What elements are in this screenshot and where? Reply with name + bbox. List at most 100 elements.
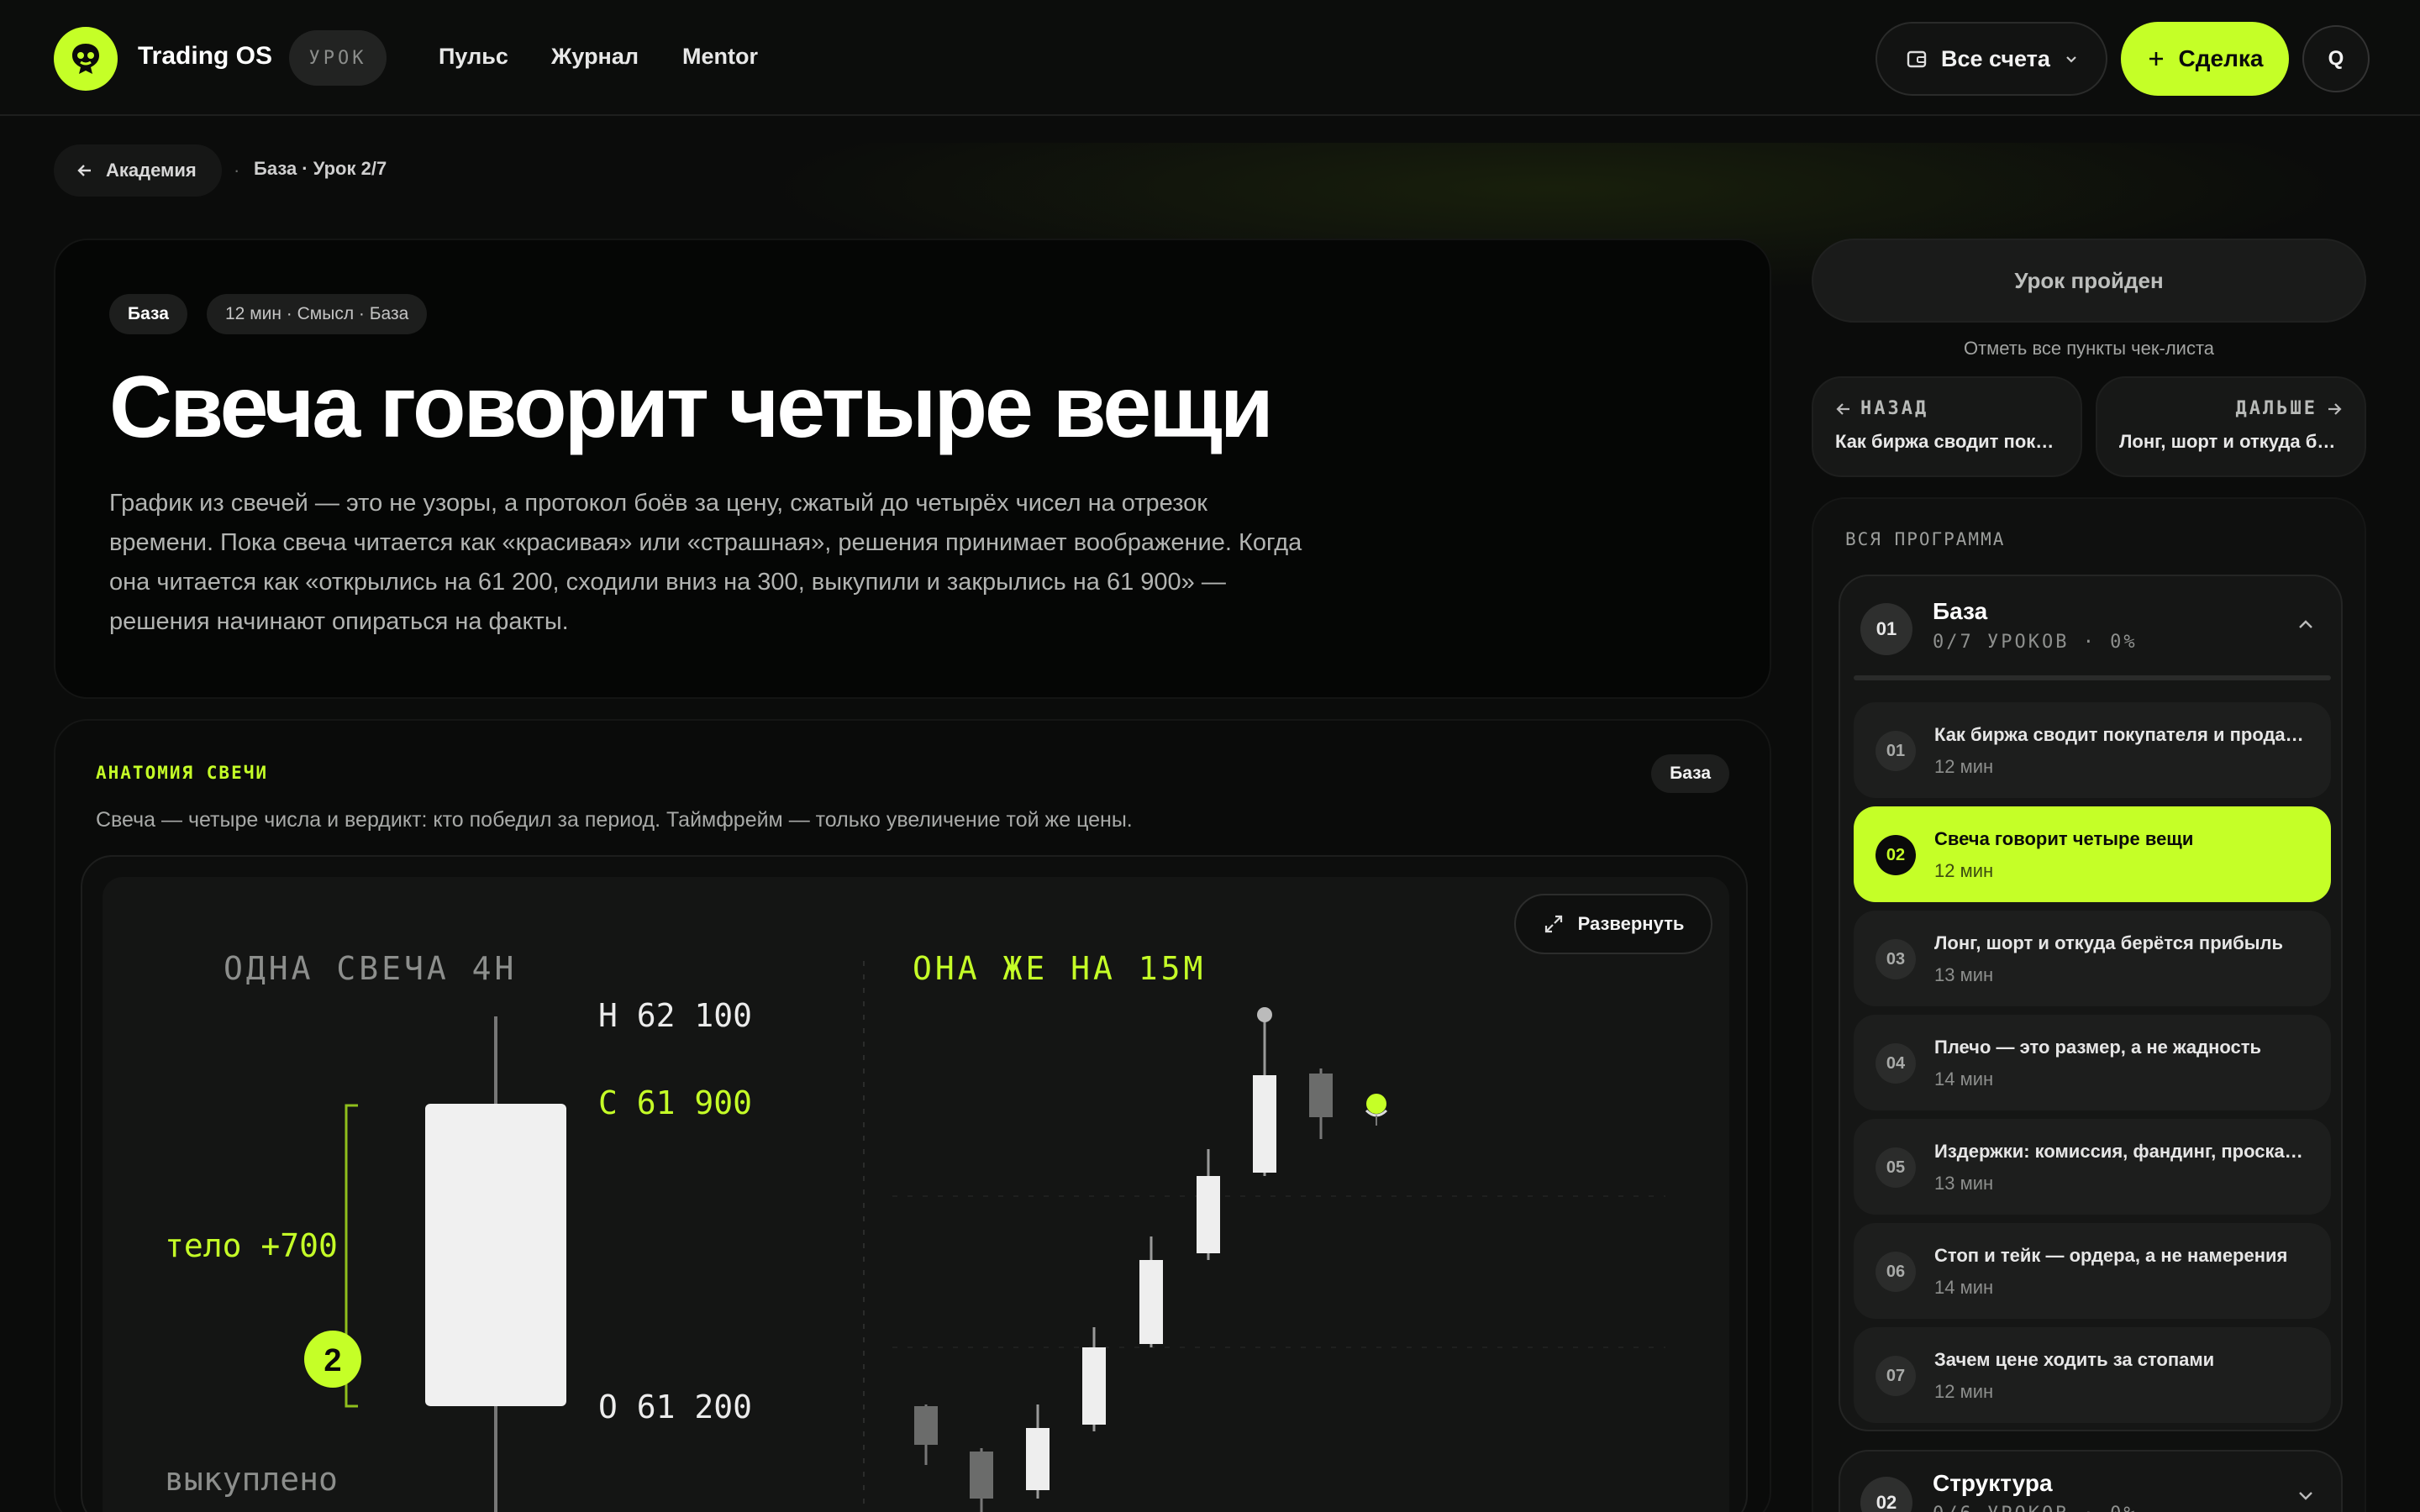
lesson-number: 03	[1876, 939, 1916, 979]
small-candle	[970, 1448, 993, 1512]
accounts-label: Все счета	[1941, 45, 2050, 71]
lesson-meta: 12 мин · Смысл · База	[207, 294, 428, 334]
candle-diagram: ОДНА СВЕЧА 4Н ОНА ЖЕ НА 15М H 62 100 C 6…	[165, 950, 1665, 1512]
bought-label: выкуплено	[165, 1461, 338, 1498]
plus-icon	[2149, 52, 2163, 66]
lesson-item-title: Плечо — это размер, а не жадность	[1934, 1037, 2262, 1058]
top-bar: Trading OS УРОК Пульс Журнал Mentor Все …	[0, 0, 2420, 116]
expand-icon	[1544, 915, 1562, 933]
module-header[interactable]: 01 База 0/7 УРОКОВ · 0%	[1840, 576, 2341, 677]
small-candle	[1082, 1327, 1106, 1431]
brand-name: Trading OS	[138, 42, 273, 70]
lesson-item[interactable]: 01 Как биржа сводит покупателя и продавц…	[1854, 702, 2331, 798]
lesson-intro: График из свечей — это не узоры, а прото…	[109, 490, 1302, 635]
back-label: Академия	[106, 160, 197, 181]
complete-hint: Отметь все пункты чек-листа	[1963, 338, 2215, 359]
right-title: ОНА ЖЕ НА 15М	[913, 950, 1206, 987]
lesson-item-duration: 14 мин	[1934, 1068, 1994, 1089]
lesson-item-duration: 14 мин	[1934, 1277, 1994, 1298]
visualization-frame: Развернуть ОДНА СВЕЧА 4Н ОНА ЖЕ НА 15М H…	[81, 855, 1748, 1512]
arrow-right-icon	[2328, 402, 2342, 415]
brand-logo-icon[interactable]	[54, 27, 118, 91]
new-trade-button[interactable]: Сделка	[2121, 22, 2289, 96]
chevron-down-icon	[2299, 1492, 2312, 1500]
wallet-icon	[1907, 50, 1927, 68]
module-number: 02	[1860, 1477, 1912, 1512]
lesson-item-title: Как биржа сводит покупателя и продавца	[1934, 724, 2312, 745]
step-marker-label: 2	[324, 1343, 341, 1378]
arrow-left-icon	[1836, 402, 1849, 415]
lesson-item[interactable]: 04 Плечо — это размер, а не жадность 14 …	[1854, 1015, 2331, 1110]
lesson-number: 02	[1876, 835, 1916, 875]
nav-item-mentor[interactable]: Mentor	[682, 44, 758, 70]
small-candle	[1253, 1007, 1276, 1176]
prev-label: НАЗАД	[1860, 398, 1929, 419]
module-progress-bar	[1854, 675, 2331, 680]
small-candle	[914, 1404, 938, 1465]
lesson-number: 04	[1876, 1043, 1916, 1084]
lesson-number: 06	[1876, 1252, 1916, 1292]
user-avatar[interactable]: Q	[2302, 25, 2370, 92]
lesson-hero: База 12 мин · Смысл · База Свеча говорит…	[54, 239, 1771, 699]
lesson-item[interactable]: 03 Лонг, шорт и откуда берётся прибыль 1…	[1854, 911, 2331, 1006]
lesson-item-title: Свеча говорит четыре вещи	[1934, 828, 2194, 849]
next-label: ДАЛЬШЕ	[2235, 398, 2317, 419]
module-meta: 0/7 УРОКОВ · 0%	[1933, 632, 2138, 653]
small-candle	[1026, 1404, 1050, 1499]
module-structure[interactable]: 02 Структура 0/6 УРОКОВ · 0%	[1839, 1450, 2343, 1512]
lesson-item[interactable]: 07 Зачем цене ходить за стопами 12 мин	[1854, 1327, 2331, 1423]
candle-anatomy-card: АНАТОМИЯ СВЕЧИ База Свеча — четыре числа…	[54, 719, 1771, 1512]
nav-item-pulse[interactable]: Пульс	[439, 44, 508, 70]
anatomy-tag: База	[1651, 754, 1729, 793]
lesson-item-duration: 13 мин	[1934, 1173, 1994, 1194]
new-trade-label: Сделка	[2178, 45, 2264, 71]
lesson-number: 01	[1876, 731, 1916, 771]
module-meta: 0/6 УРОКОВ · 0%	[1933, 1504, 2138, 1512]
expand-button[interactable]: Развернуть	[1514, 894, 1712, 954]
mark-complete-button[interactable]: Урок пройден	[1812, 239, 2366, 323]
lesson-item-duration: 12 мин	[1934, 1381, 1994, 1402]
small-candle	[1139, 1236, 1163, 1347]
lesson-item-duration: 12 мин	[1934, 860, 1994, 881]
next-lesson-button[interactable]: ДАЛЬШЕ Лонг, шорт и откуда берётся прибы…	[2096, 376, 2366, 477]
high-label: H 62 100	[598, 997, 752, 1034]
lesson-number: 05	[1876, 1147, 1916, 1188]
small-candle	[1197, 1149, 1220, 1260]
lesson-item-duration: 13 мин	[1934, 964, 1994, 985]
back-to-academy-button[interactable]: Академия	[54, 144, 222, 197]
next-lesson-title: Лонг, шорт и откуда берётся прибыль	[2119, 431, 2343, 452]
open-label: O 61 200	[598, 1389, 752, 1425]
module-title: База	[1933, 598, 1988, 624]
lesson-item-title: Зачем цене ходить за стопами	[1934, 1349, 2215, 1370]
program-panel: ВСЯ ПРОГРАММА 01 База 0/7 УРОКОВ · 0% 01…	[1812, 497, 2366, 1512]
body-label: тело +700	[165, 1227, 338, 1264]
prev-lesson-title: Как биржа сводит покупателя и продавца	[1835, 431, 2059, 452]
current-price-marker	[1365, 1094, 1388, 1126]
accounts-dropdown[interactable]: Все счета	[1876, 22, 2107, 96]
prev-lesson-button[interactable]: НАЗАД Как биржа сводит покупателя и прод…	[1812, 376, 2082, 477]
small-candle	[1309, 1068, 1333, 1139]
lesson-item-title: Лонг, шорт и откуда берётся прибыль	[1934, 932, 2284, 953]
module-title: Структура	[1933, 1470, 2053, 1496]
anatomy-description: Свеча — четыре числа и вердикт: кто побе…	[96, 808, 1133, 832]
lesson-title: Свеча говорит четыре вещи	[109, 359, 1274, 456]
lesson-item-duration: 12 мин	[1934, 756, 1994, 777]
visualization-canvas: Развернуть ОДНА СВЕЧА 4Н ОНА ЖЕ НА 15М H…	[103, 877, 1729, 1512]
left-title: ОДНА СВЕЧА 4Н	[224, 950, 517, 987]
lesson-item[interactable]: 05 Издержки: комиссия, фандинг, проскаль…	[1854, 1119, 2331, 1215]
mode-badge: УРОК	[289, 30, 387, 86]
program-label: ВСЯ ПРОГРАММА	[1845, 529, 2006, 549]
module-base: 01 База 0/7 УРОКОВ · 0% 01 Как биржа сво…	[1839, 575, 2343, 1431]
chevron-up-icon	[2299, 620, 2312, 628]
module-number: 01	[1860, 603, 1912, 655]
lesson-number: 07	[1876, 1356, 1916, 1396]
lesson-item-title: Издержки: комиссия, фандинг, проскальзыв…	[1934, 1141, 2312, 1162]
lesson-item-title: Стоп и тейк — ордера, а не намерения	[1934, 1245, 2288, 1266]
breadcrumb-current: База · Урок 2/7	[254, 158, 387, 179]
expand-label: Развернуть	[1577, 913, 1685, 934]
lesson-item-active[interactable]: 02 Свеча говорит четыре вещи 12 мин	[1854, 806, 2331, 902]
lesson-tag: База	[109, 294, 187, 334]
nav-item-journal[interactable]: Журнал	[551, 44, 639, 70]
lesson-item[interactable]: 06 Стоп и тейк — ордера, а не намерения …	[1854, 1223, 2331, 1319]
arrow-left-icon	[77, 165, 91, 176]
